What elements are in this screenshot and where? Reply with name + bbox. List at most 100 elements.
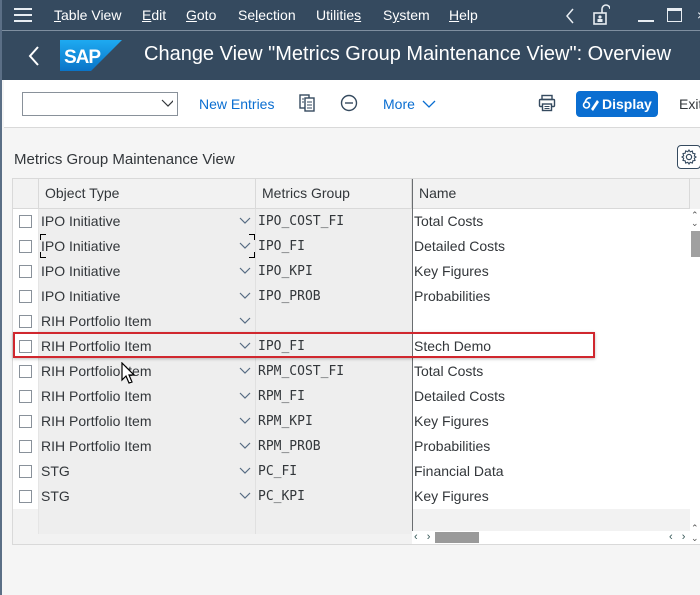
table-settings-button[interactable]	[677, 145, 700, 169]
row-selector[interactable]	[13, 334, 39, 359]
row-checkbox[interactable]	[19, 290, 32, 303]
name-cell[interactable]: Probabilities	[412, 284, 690, 309]
chevron-down-icon[interactable]	[239, 491, 251, 501]
chevron-down-icon[interactable]	[239, 341, 251, 351]
metrics-group-cell[interactable]: RPM_FI	[256, 384, 412, 409]
menu-table-view[interactable]: Table View	[54, 7, 121, 23]
row-checkbox[interactable]	[19, 415, 32, 428]
chevron-down-icon[interactable]	[239, 266, 251, 276]
row-selector[interactable]	[13, 434, 39, 459]
column-header-name[interactable]: Name	[412, 179, 690, 209]
row-selector[interactable]	[13, 484, 39, 509]
table-row[interactable]: RIH Portfolio Item	[13, 309, 690, 334]
object-type-cell[interactable]: IPO Initiative	[39, 259, 256, 284]
metrics-group-cell[interactable]: PC_FI	[256, 459, 412, 484]
menu-goto[interactable]: Goto	[186, 7, 216, 23]
scroll-left-right-icon[interactable]: ‹ ›	[414, 531, 433, 543]
metrics-group-cell[interactable]	[256, 309, 412, 334]
hamburger-icon[interactable]	[14, 8, 32, 22]
maximize-icon[interactable]	[667, 8, 682, 22]
chevron-down-icon[interactable]	[239, 416, 251, 426]
more-button[interactable]: More	[383, 96, 436, 112]
metrics-group-cell[interactable]: IPO_COST_FI	[256, 209, 412, 234]
chevron-down-icon[interactable]	[239, 391, 251, 401]
table-row[interactable]: STG PC_FI Financial Data	[13, 459, 690, 484]
copy-as-icon[interactable]	[298, 94, 316, 112]
menu-utilities[interactable]: Utilities	[316, 7, 361, 23]
column-header-object-type[interactable]: Object Type	[39, 179, 256, 209]
table-row[interactable]: RIH Portfolio Item IPO_FI Stech Demo	[13, 334, 690, 359]
object-type-cell[interactable]: RIH Portfolio Item	[39, 434, 256, 459]
row-checkbox[interactable]	[19, 315, 32, 328]
metrics-group-cell[interactable]: RPM_PROB	[256, 434, 412, 459]
name-cell[interactable]	[412, 309, 690, 334]
row-selector[interactable]	[13, 359, 39, 384]
delete-icon[interactable]	[340, 94, 358, 112]
metrics-group-cell[interactable]: IPO_KPI	[256, 259, 412, 284]
object-type-cell[interactable]: STG	[39, 484, 256, 509]
metrics-group-cell[interactable]: IPO_FI	[256, 234, 412, 259]
object-type-cell[interactable]: RIH Portfolio Item	[39, 409, 256, 434]
metrics-group-cell[interactable]: RPM_COST_FI	[256, 359, 412, 384]
chevron-down-icon[interactable]	[239, 216, 251, 226]
chevron-left-icon[interactable]	[565, 8, 575, 24]
row-selector[interactable]	[13, 409, 39, 434]
row-checkbox[interactable]	[19, 215, 32, 228]
object-type-cell[interactable]: RIH Portfolio Item	[39, 334, 256, 359]
name-cell[interactable]: Total Costs	[412, 359, 690, 384]
vertical-scroll-thumb[interactable]	[691, 231, 700, 257]
row-selector[interactable]	[13, 384, 39, 409]
name-cell[interactable]: Probabilities	[412, 434, 690, 459]
object-type-cell[interactable]: IPO Initiative	[39, 209, 256, 234]
table-row[interactable]: RIH Portfolio Item RPM_COST_FI Total Costs	[13, 359, 690, 384]
object-type-cell[interactable]: IPO Initiative	[39, 234, 256, 259]
menu-help[interactable]: Help	[449, 7, 478, 23]
row-checkbox[interactable]	[19, 490, 32, 503]
row-selector[interactable]	[13, 234, 39, 259]
row-selector[interactable]	[13, 459, 39, 484]
chevron-down-icon[interactable]	[239, 241, 251, 251]
metrics-group-cell[interactable]: IPO_PROB	[256, 284, 412, 309]
back-icon[interactable]	[28, 45, 40, 67]
horizontal-scroll-thumb[interactable]	[435, 532, 479, 543]
command-field[interactable]	[22, 92, 178, 116]
vertical-scrollbar[interactable]: ⌃ ⌄ ⌃ ⌄	[690, 209, 700, 544]
select-all-header[interactable]	[13, 179, 39, 209]
column-header-metrics-group[interactable]: Metrics Group	[256, 179, 412, 209]
scroll-down-icon[interactable]: ⌄	[691, 534, 699, 543]
row-selector[interactable]	[13, 309, 39, 334]
scroll-left-right-icon[interactable]: ‹ ›	[669, 531, 688, 543]
new-entries-button[interactable]: New Entries	[199, 96, 274, 112]
menu-selection[interactable]: Selection	[238, 7, 296, 23]
object-type-cell[interactable]: RIH Portfolio Item	[39, 309, 256, 334]
object-type-cell[interactable]: RIH Portfolio Item	[39, 384, 256, 409]
name-cell[interactable]: Total Costs	[412, 209, 690, 234]
row-selector[interactable]	[13, 284, 39, 309]
scroll-down-icon[interactable]: ⌄	[691, 219, 699, 228]
object-type-cell[interactable]: RIH Portfolio Item	[39, 359, 256, 384]
metrics-group-cell[interactable]: PC_KPI	[256, 484, 412, 509]
chevron-down-icon[interactable]	[161, 98, 173, 110]
row-checkbox[interactable]	[19, 440, 32, 453]
chevron-down-icon[interactable]	[239, 291, 251, 301]
name-cell[interactable]: Key Figures	[412, 259, 690, 284]
chevron-down-icon[interactable]	[239, 316, 251, 326]
table-row[interactable]: RIH Portfolio Item RPM_FI Detailed Costs	[13, 384, 690, 409]
row-checkbox[interactable]	[19, 365, 32, 378]
table-row[interactable]: IPO Initiative IPO_COST_FI Total Costs	[13, 209, 690, 234]
row-checkbox[interactable]	[19, 265, 32, 278]
table-row[interactable]: RIH Portfolio Item RPM_PROB Probabilities	[13, 434, 690, 459]
name-cell[interactable]: Detailed Costs	[412, 234, 690, 259]
object-type-cell[interactable]: STG	[39, 459, 256, 484]
table-row[interactable]: RIH Portfolio Item RPM_KPI Key Figures	[13, 409, 690, 434]
metrics-group-cell[interactable]: IPO_FI	[256, 334, 412, 359]
table-row[interactable]: STG PC_KPI Key Figures	[13, 484, 690, 509]
row-checkbox[interactable]	[19, 465, 32, 478]
row-selector[interactable]	[13, 209, 39, 234]
horizontal-scrollbar[interactable]: ‹ › ‹ ›	[412, 531, 690, 544]
chevron-down-icon[interactable]	[239, 366, 251, 376]
menu-system[interactable]: System	[383, 7, 430, 23]
row-selector[interactable]	[13, 259, 39, 284]
chevron-down-icon[interactable]	[239, 441, 251, 451]
name-cell[interactable]: Key Figures	[412, 409, 690, 434]
